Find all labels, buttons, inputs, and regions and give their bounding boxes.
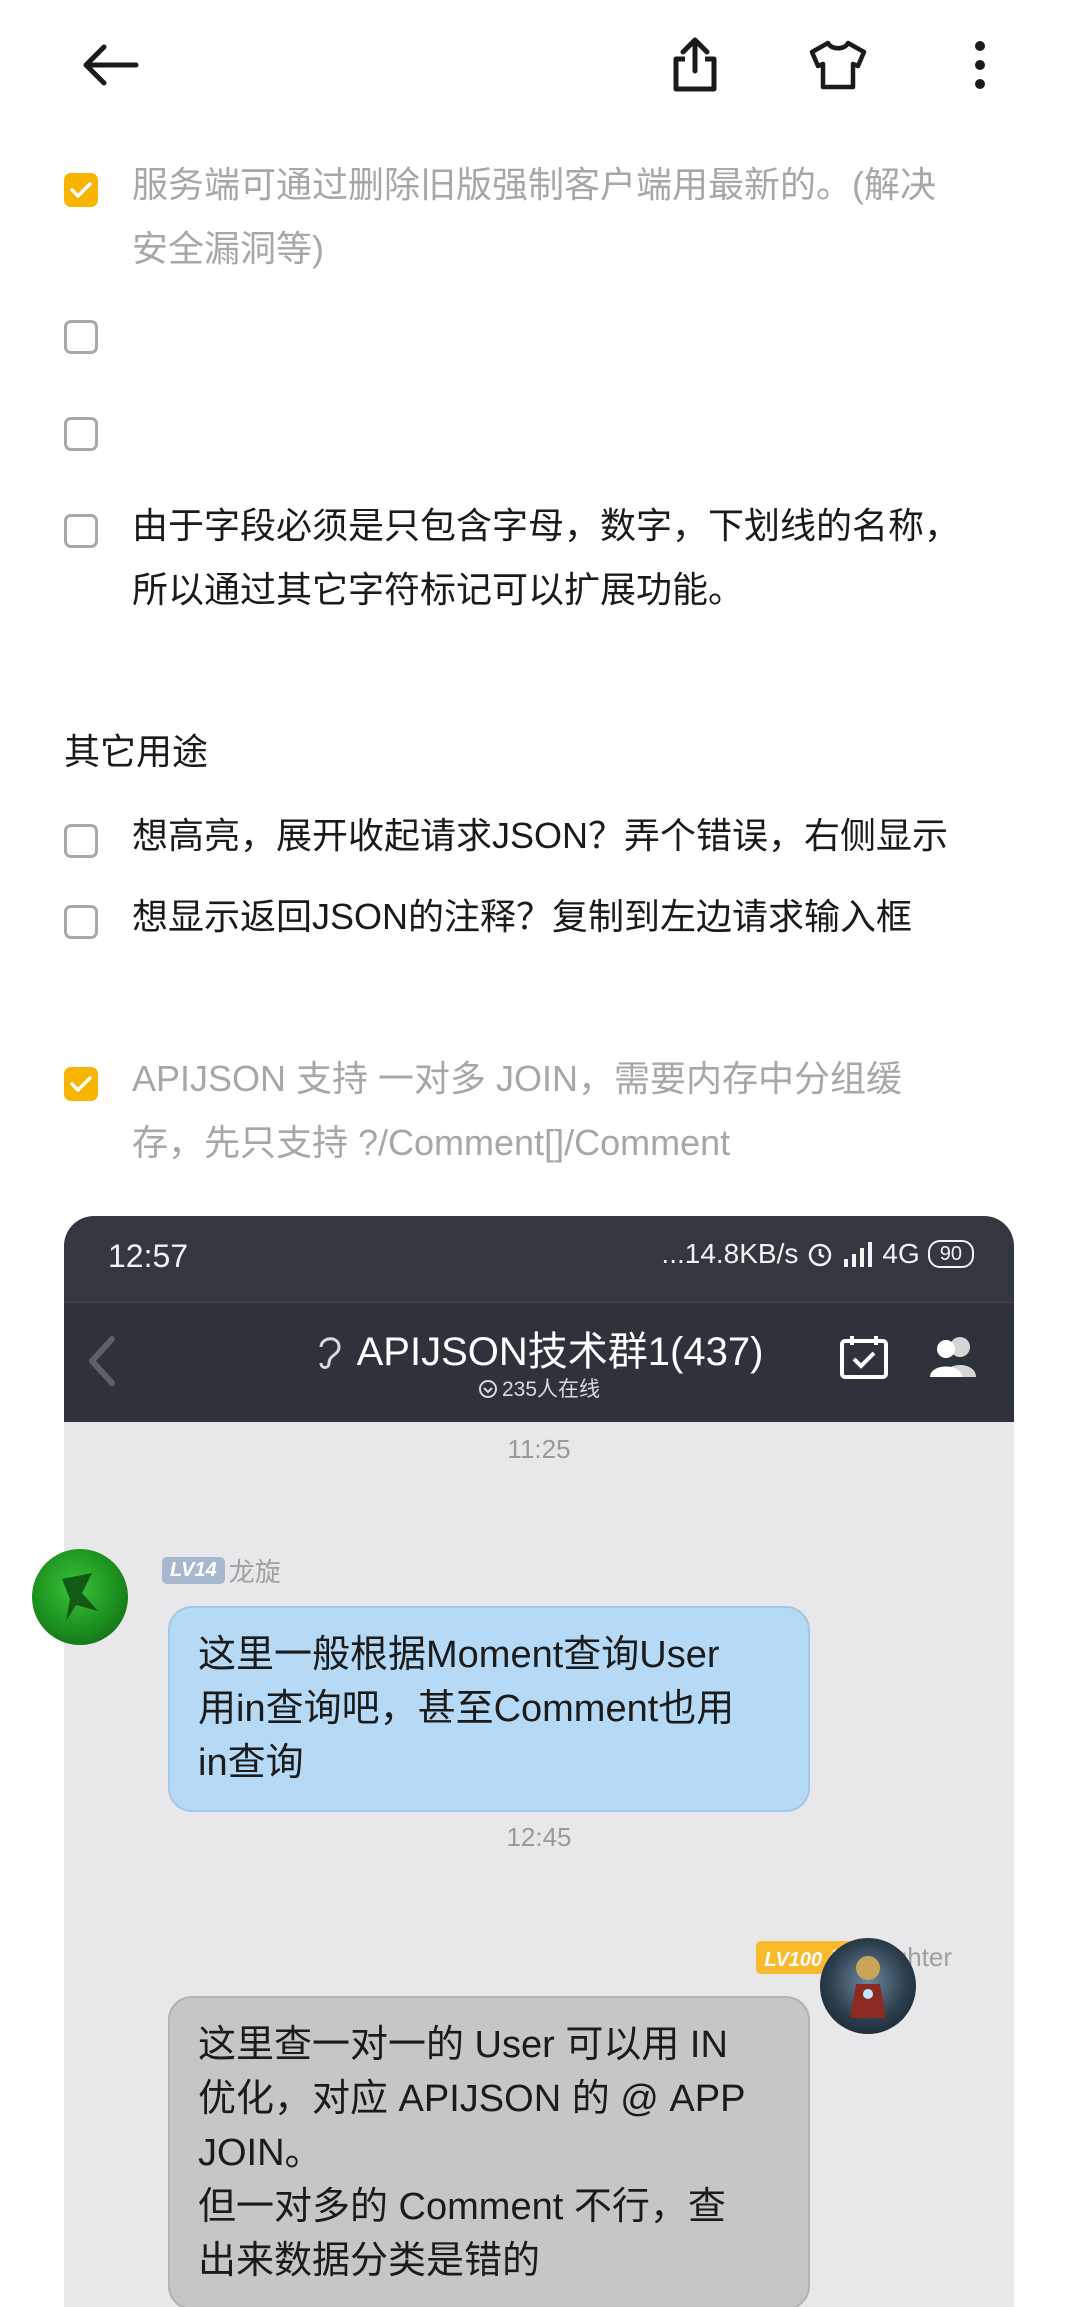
status-time: 12:57 [108,1238,189,1274]
checklist-item: APIJSON 支持 一对多 JOIN，需要内存中分组缓 存，先只支持 ?/Co… [64,1058,1014,1175]
checklist-item-text[interactable]: 服务端可通过删除旧版强制客户端用最新的。(解决 安全漏洞等) [132,153,1012,281]
alarm-icon [809,1243,832,1267]
chat-header: APIJSON技术群1(437) 235人在线 [64,1302,1014,1422]
checklist-item: 服务端可通过删除旧版强制客户端用最新的。(解决 安全漏洞等) [64,164,1014,281]
battery-level: 90 [927,1240,974,1268]
level-badge: LV14 [162,1557,225,1584]
checklist-item-text[interactable]: APIJSON 支持 一对多 JOIN，需要内存中分组缓 存，先只支持 ?/Co… [132,1047,1012,1175]
section-heading: 其它用途 [64,731,209,772]
more-button[interactable] [940,30,1020,100]
network-type: 4G [882,1238,920,1269]
network-speed: ...14.8KB/s [661,1238,799,1269]
chat-bubble-received: 这里一般根据Moment查询User 用in查询吧，甚至Comment也用 in… [168,1606,810,1812]
checklist-item: 想高亮，展开收起请求JSON？弄个错误，右侧显示 [64,815,1014,868]
checklist-item: 由于字段必须是只包含字母，数字，下划线的名称， 所以通过其它字符标记可以扩展功能… [64,505,1014,622]
avatar-figure-icon [850,1956,886,2018]
chat-timestamp: 11:25 [507,1434,571,1464]
online-count: 235人在线 [501,1378,601,1401]
ear-icon [319,1337,341,1369]
message-line: 用in查询吧，甚至Comment也用 [198,1688,735,1730]
calendar-check-icon [840,1336,888,1379]
message-line: 但一对多的 Comment 不行，查 [198,2186,726,2228]
text-line: 服务端可通过删除旧版强制客户端用最新的。(解决 [132,164,936,205]
checkbox-unchecked[interactable] [64,320,98,354]
members-icon [930,1337,976,1377]
checkbox-unchecked[interactable] [64,514,98,548]
message-line: 优化，对应 APIJSON 的 @ APP [198,2078,746,2120]
signal-icon [844,1242,873,1267]
checklist-item-empty [64,411,1014,451]
phone-status-bar: 12:57 ...14.8KB/s 4G 90 [64,1216,1014,1302]
text-line: 所以通过其它字符标记可以扩展功能。 [132,569,745,610]
text-line: 安全漏洞等) [132,228,324,269]
checkbox-checked[interactable] [64,173,98,207]
checkbox-unchecked[interactable] [64,417,98,451]
text-line: APIJSON 支持 一对多 JOIN，需要内存中分组缓 [132,1058,903,1099]
avatar [820,1938,916,2034]
text-line: 由于字段必须是只包含字母，数字，下划线的名称， [132,505,961,546]
checklist-item-text[interactable]: 想高亮，展开收起请求JSON？弄个错误，右侧显示 [132,804,1012,868]
tshirt-icon [809,40,867,90]
checkbox-unchecked[interactable] [64,905,98,939]
share-icon [673,37,717,92]
chat-bubble-sent: 这里查一对一的 User 可以用 IN 优化，对应 APIJSON 的 @ AP… [168,1996,810,2307]
message-line: 出来数据分类是错的 [198,2240,541,2282]
check-icon [70,182,92,198]
online-icon [478,1380,497,1398]
checkbox-unchecked[interactable] [64,824,98,858]
message-line: JOIN。 [198,2132,323,2174]
more-vertical-icon [975,41,985,89]
group-calendar-button [838,1333,890,1386]
chat-title: APIJSON技术群1(437) [356,1330,764,1374]
sender-name: 龙旋 [228,1557,281,1587]
chat-timestamp: 12:45 [506,1822,572,1852]
message-line: in查询 [198,1742,304,1784]
message-line: 这里一般根据Moment查询User [198,1634,720,1676]
message-line: 这里查一对一的 User 可以用 IN [198,2024,728,2066]
arrow-left-icon [83,44,139,86]
checklist-item-text[interactable]: 由于字段必须是只包含字母，数字，下划线的名称， 所以通过其它字符标记可以扩展功能… [132,494,1012,622]
avatar-emblem-icon [62,1573,98,1621]
sender-info: LV14 龙旋 [162,1552,281,1589]
share-button[interactable] [655,30,735,100]
top-app-bar [0,0,1080,130]
avatar [32,1549,128,1645]
back-button[interactable] [70,30,150,100]
theme-button[interactable] [798,30,878,100]
group-members-button [926,1333,982,1386]
text-line: 存，先只支持 ?/Comment[]/Comment [132,1122,731,1163]
status-indicators: ...14.8KB/s 4G 90 [661,1238,974,1270]
checklist-item-text[interactable]: 想显示返回JSON的注释？复制到左边请求输入框 [132,885,1012,949]
checklist-item: 想显示返回JSON的注释？复制到左边请求输入框 [64,896,1014,949]
check-icon [70,1076,92,1092]
checkbox-checked[interactable] [64,1067,98,1101]
checklist-item-empty [64,314,1014,354]
